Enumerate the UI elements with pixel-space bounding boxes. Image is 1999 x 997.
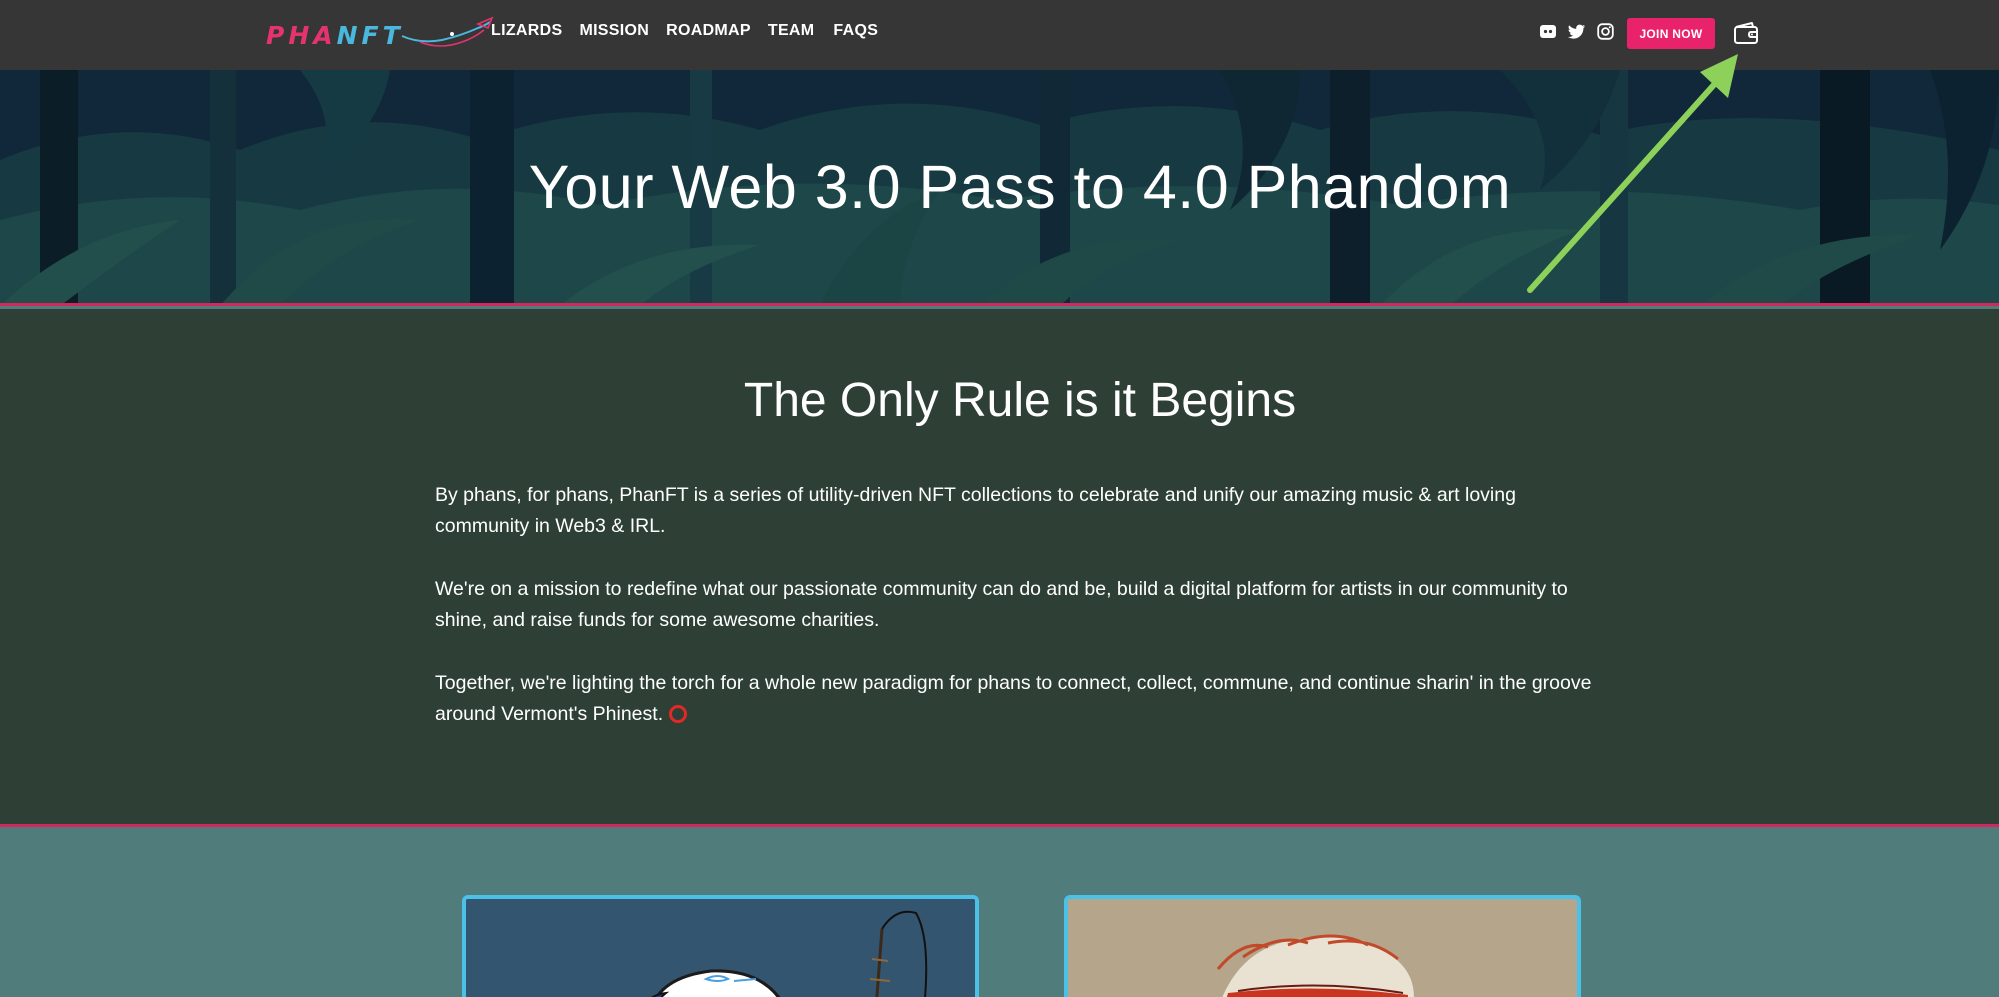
wallet-icon[interactable]: [1733, 20, 1759, 46]
nav-link-roadmap[interactable]: ROADMAP: [666, 22, 751, 40]
logo-text-part1: PHA: [266, 20, 337, 50]
about-paragraph-3-text: Together, we're lighting the torch for a…: [435, 672, 1592, 725]
phanft-logo[interactable]: PHANFT: [266, 14, 496, 56]
about-title: The Only Rule is it Begins: [743, 374, 1297, 427]
hero-banner: Your Web 3.0 Pass to 4.0 Phandom: [0, 70, 1999, 306]
nav-link-faqs[interactable]: FAQS: [833, 22, 878, 40]
nav-link-mission[interactable]: MISSION: [579, 22, 649, 40]
nav-link-lizards[interactable]: LIZARDS: [491, 22, 562, 40]
lizard-card-2[interactable]: [1064, 895, 1581, 997]
about-section: The Only Rule is it Begins By phans, for…: [0, 309, 1999, 827]
lizards-section: [0, 830, 1999, 997]
hero-title: Your Web 3.0 Pass to 4.0 Phandom: [528, 153, 1512, 221]
about-paragraph-2: We're on a mission to redefine what our …: [435, 578, 1568, 631]
main-nav: LIZARDS MISSION ROADMAP TEAM FAQS: [491, 22, 895, 40]
red-donut-icon: [669, 705, 688, 723]
twitter-icon[interactable]: [1567, 22, 1586, 41]
discord-icon[interactable]: [1538, 22, 1557, 41]
lizard-card-1[interactable]: [462, 895, 979, 997]
nav-link-team[interactable]: TEAM: [768, 22, 815, 40]
lizard-artwork-1: [466, 899, 975, 997]
fish-logo-icon: [401, 16, 494, 47]
join-now-button[interactable]: JOIN NOW: [1627, 18, 1715, 49]
lizard-artwork-2: [1068, 899, 1577, 997]
top-navbar: PHANFT LIZARDS MISSION ROADMAP TEAM FAQS…: [0, 0, 1999, 70]
social-links: [1538, 22, 1615, 41]
instagram-icon[interactable]: [1596, 22, 1615, 41]
about-paragraph-3: Together, we're lighting the torch for a…: [435, 668, 1615, 730]
logo-text-part2: NFT: [336, 20, 404, 50]
about-paragraph-1: By phans, for phans, PhanFT is a series …: [435, 484, 1516, 537]
